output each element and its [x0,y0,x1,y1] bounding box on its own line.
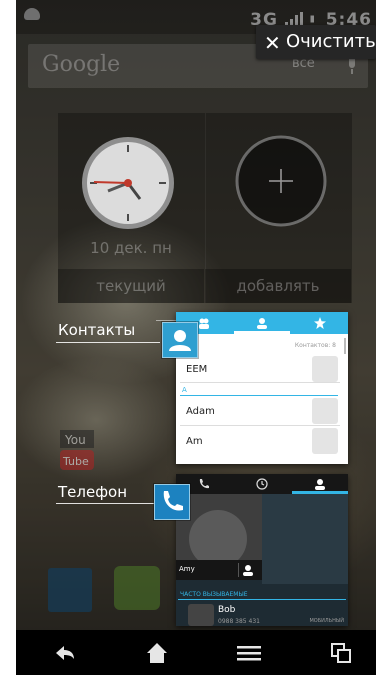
divider [238,563,239,577]
clock-caption: текущий [58,269,204,303]
recent-apps-icon[interactable] [326,638,356,668]
contacts-tabs [176,312,348,334]
navigation-bar [16,630,376,675]
frequent-header: ЧАСТО ВЫЗЫВАЕМЫЕ [180,591,248,598]
contact-name-bar: Amy [176,560,262,580]
add-clock-widget[interactable]: добавлять [205,113,352,303]
avatar [189,510,247,560]
groups-icon [199,318,209,329]
youtube-icon: You Tube [60,430,94,470]
section-header: A [182,386,187,394]
menu-icon[interactable] [234,638,264,668]
back-icon[interactable] [50,638,80,668]
contacts-thumbnail[interactable]: Контактов: 8 ЕЕМ A Adam Am [176,312,348,464]
frequent-contact-type: МОБИЛЬНЫЙ [309,618,344,624]
clear-all-label: Очистить [286,31,376,52]
home-screen: 3G 5:46 Google все ✕ Очистить 10 дек. пн… [16,0,376,675]
clear-all-button[interactable]: ✕ Очистить [256,25,376,59]
recent-calls-icon [256,478,268,490]
avatar [188,604,214,626]
widget-panel: 10 дек. пн текущий добавлять [58,113,352,303]
contacts-tab-icon [315,479,325,490]
svg-text:You: You [64,433,86,447]
battery-icon [310,15,314,23]
signal-icon [284,12,303,26]
contact-name: Amy [179,565,195,573]
recent-app-contacts-label: Контакты [58,321,136,339]
scrollbar [344,338,346,354]
contacts-count: Контактов: 8 [294,342,336,349]
row-separator [180,425,340,426]
clock-widget[interactable]: 10 дек. пн текущий [58,113,206,303]
recent-app-phone-label: Телефон [58,483,128,501]
row-separator [180,382,340,383]
contact-photo [312,398,338,424]
star-icon [314,317,326,329]
recent-app-phone-underline [56,503,160,504]
android-notification-icon [24,8,40,20]
plus-icon [235,135,327,227]
clock-icon [82,137,174,229]
close-icon: ✕ [264,31,281,55]
contact-photo [312,356,338,382]
dock-phone-icon [48,568,92,612]
contact-row-label: ЕЕМ [186,364,208,375]
frequent-contact-number: 0988 385 431 [218,618,260,625]
recent-app-contacts-underline [56,342,160,343]
dock-messages-icon [114,566,160,610]
person-icon [243,565,253,576]
microphone-icon[interactable] [346,56,358,76]
contact-row-label: Am [186,436,203,447]
phone-thumbnail[interactable]: Amy ЧАСТО ВЫЗЫВАЕМЫЕ Bob 0988 385 431 МО… [176,474,348,626]
home-icon[interactable] [142,638,172,668]
add-caption: добавлять [205,269,351,303]
contact-photo [312,428,338,454]
phone-icon [154,484,190,520]
person-icon [257,318,267,329]
contact-tile-empty [262,494,348,584]
contact-row-label: Adam [186,406,215,417]
frequent-contact-name: Bob [218,605,236,615]
contacts-icon [162,322,198,358]
section-line [178,599,346,600]
clock-date: 10 дек. пн [90,239,172,257]
phone-tabs [176,474,348,494]
dialpad-tab-icon [199,479,209,489]
section-line [180,395,338,396]
active-tab-indicator [234,331,290,334]
svg-text:Tube: Tube [62,455,89,468]
google-logo: Google [42,52,121,77]
